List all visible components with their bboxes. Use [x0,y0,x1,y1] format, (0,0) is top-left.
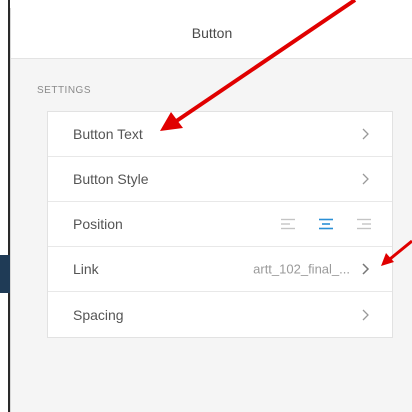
setting-row-position: Position [48,202,392,247]
panel-header: Button [11,8,412,59]
align-right-icon[interactable] [356,218,372,230]
setting-label-link: Link [73,261,99,277]
chevron-right-icon [362,309,369,320]
popover-caret [200,0,216,8]
setting-label-spacing: Spacing [73,306,124,323]
background-partial-element [0,255,10,293]
link-value: artt_102_final_... [253,261,350,277]
button-settings-panel: Button SETTINGS Button Text Button Style… [10,8,412,412]
setting-label-position: Position [73,216,123,232]
align-center-icon[interactable] [318,218,334,230]
position-alignment-group [280,218,372,230]
setting-row-button-text[interactable]: Button Text [48,112,392,157]
setting-row-button-style[interactable]: Button Style [48,157,392,202]
panel-title: Button [191,25,233,41]
setting-label-button-style: Button Style [73,171,149,187]
chevron-right-icon [362,173,369,185]
section-label: SETTINGS [37,85,92,96]
chevron-right-icon [362,128,369,140]
setting-row-spacing[interactable]: Spacing [48,292,392,337]
settings-list: Button Text Button Style Position Link a… [47,111,393,338]
setting-row-link[interactable]: Link artt_102_final_... [48,247,392,292]
chevron-right-icon [362,263,370,275]
align-left-icon[interactable] [280,218,296,230]
setting-label-button-text: Button Text [73,126,143,142]
